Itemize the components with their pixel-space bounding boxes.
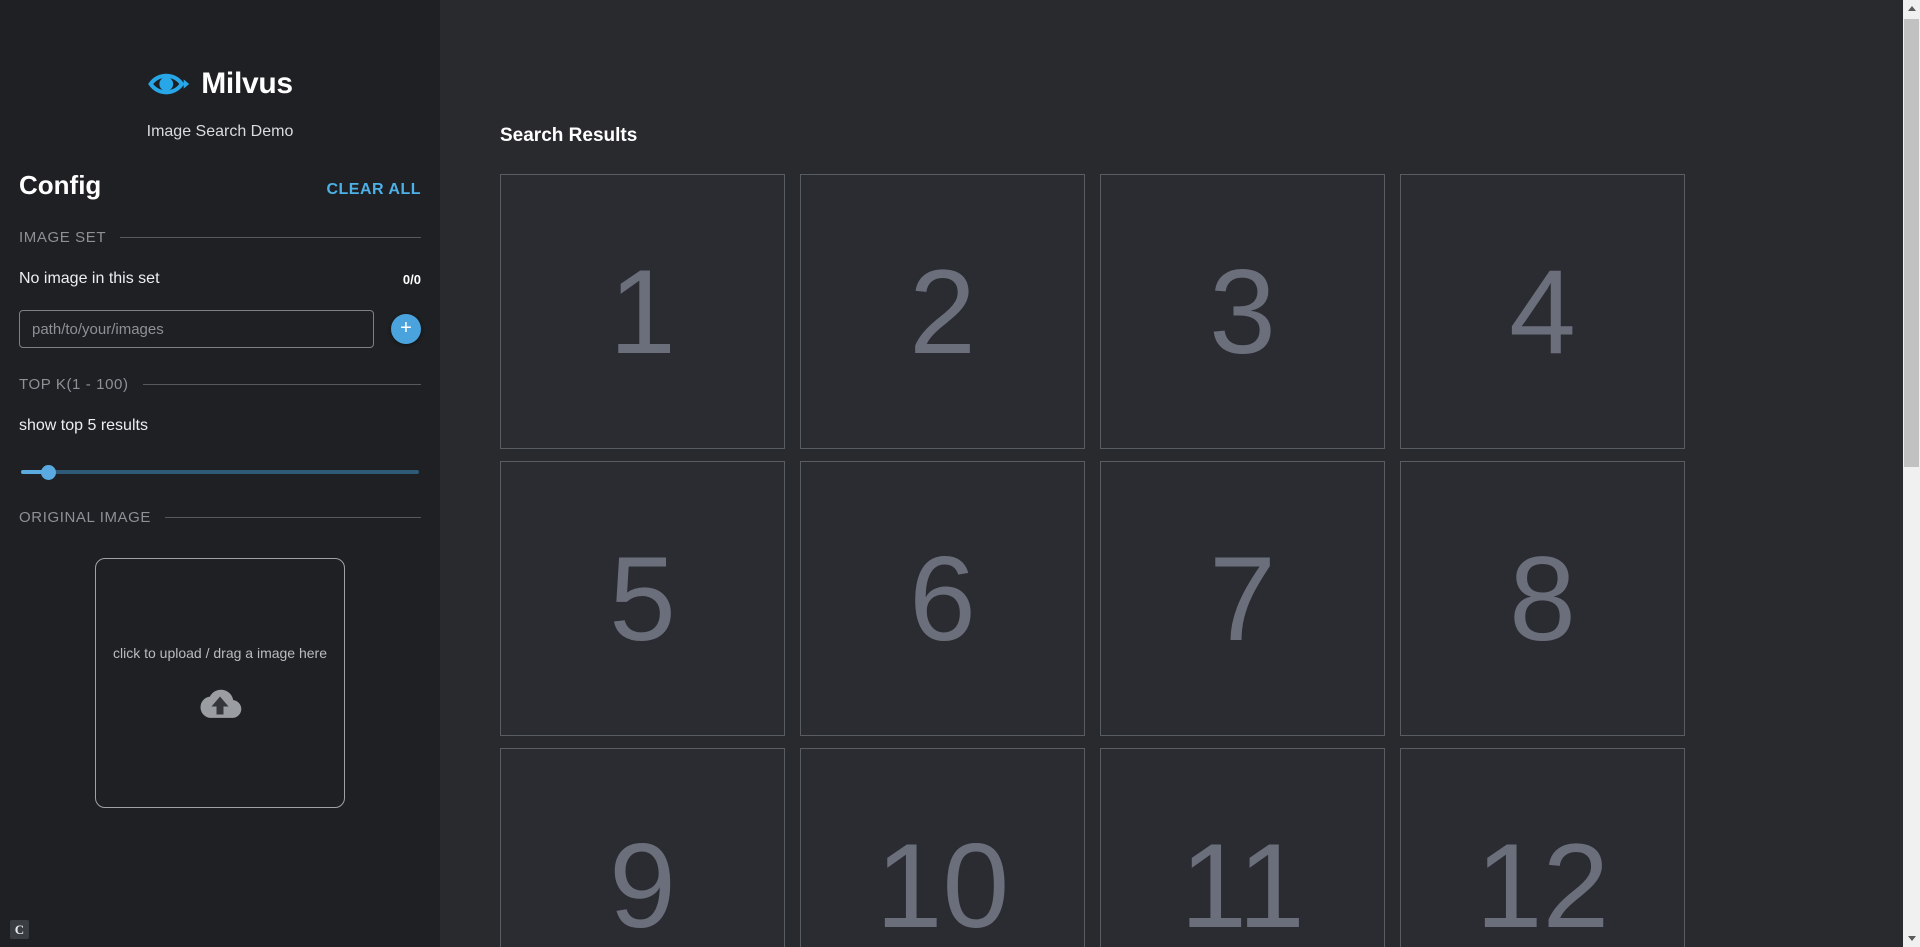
image-set-status-text: No image in this set — [19, 270, 160, 287]
upload-hint-text: click to upload / drag a image here — [112, 645, 327, 661]
image-set-status: No image in this set 0/0 — [19, 270, 421, 288]
plus-icon: + — [400, 317, 412, 339]
divider — [142, 384, 421, 385]
slider-fill — [21, 470, 43, 474]
result-card[interactable]: 10 — [800, 748, 1085, 947]
search-results-heading: Search Results — [500, 125, 638, 146]
page-scrollbar[interactable] — [1903, 0, 1920, 947]
section-header-top-k: TOP K(1 - 100) — [19, 376, 421, 393]
result-card-label: 1 — [609, 244, 676, 379]
divider — [120, 237, 421, 238]
result-card-label: 4 — [1509, 244, 1576, 379]
section-header-original-image: ORIGINAL IMAGE — [19, 509, 421, 526]
result-card[interactable]: 4 — [1400, 174, 1685, 449]
main-content: Search Results 1 2 3 4 5 6 7 8 9 10 11 1… — [440, 0, 1920, 947]
brand-subtitle: Image Search Demo — [146, 123, 294, 140]
slider-track[interactable] — [21, 470, 419, 474]
result-card[interactable]: 5 — [500, 461, 785, 736]
corner-badge[interactable]: C — [10, 920, 29, 939]
chevron-down-icon — [1907, 936, 1916, 941]
add-image-set-button[interactable]: + — [391, 314, 421, 344]
result-card[interactable]: 12 — [1400, 748, 1685, 947]
app-root: Milvus Image Search Demo Config CLEAR AL… — [0, 0, 1920, 947]
result-card-label: 5 — [609, 531, 676, 666]
scrollbar-up-button[interactable] — [1903, 0, 1920, 17]
section-header-image-set: IMAGE SET — [19, 229, 421, 246]
result-card-label: 7 — [1209, 531, 1276, 666]
result-card[interactable]: 8 — [1400, 461, 1685, 736]
top-k-description: show top 5 results — [19, 417, 148, 434]
result-card[interactable]: 1 — [500, 174, 785, 449]
brand-name: Milvus — [201, 67, 293, 100]
result-card[interactable]: 2 — [800, 174, 1085, 449]
result-card[interactable]: 6 — [800, 461, 1085, 736]
section-label: TOP K(1 - 100) — [19, 376, 129, 393]
result-card-label: 6 — [909, 531, 976, 666]
top-k-slider[interactable] — [19, 463, 421, 481]
result-card[interactable]: 11 — [1100, 748, 1385, 947]
scrollbar-down-button[interactable] — [1903, 930, 1920, 947]
page-title: Config — [19, 170, 102, 200]
image-set-count: 0/0 — [402, 271, 421, 287]
image-upload-dropzone[interactable]: click to upload / drag a image here — [95, 558, 345, 808]
config-header: Config CLEAR ALL — [19, 170, 421, 201]
sidebar: Milvus Image Search Demo Config CLEAR AL… — [0, 0, 440, 947]
result-card-label: 9 — [609, 818, 676, 947]
result-card-label: 11 — [1180, 818, 1305, 947]
result-card-label: 2 — [909, 244, 976, 379]
result-card-label: 8 — [1509, 531, 1576, 666]
result-card[interactable]: 9 — [500, 748, 785, 947]
search-results-grid: 1 2 3 4 5 6 7 8 9 10 11 12 — [500, 174, 1920, 947]
section-label: ORIGINAL IMAGE — [19, 509, 152, 526]
image-path-row: + — [19, 310, 421, 348]
chevron-up-icon — [1907, 6, 1916, 11]
divider — [165, 517, 421, 518]
eye-icon — [147, 62, 191, 106]
brand-header: Milvus — [19, 62, 421, 106]
result-card-label: 12 — [1475, 818, 1610, 947]
result-card[interactable]: 7 — [1100, 461, 1385, 736]
result-card-label: 3 — [1209, 244, 1276, 379]
clear-all-button[interactable]: CLEAR ALL — [326, 181, 421, 199]
cloud-upload-icon — [197, 687, 243, 721]
result-card[interactable]: 3 — [1100, 174, 1385, 449]
scrollbar-thumb[interactable] — [1904, 19, 1919, 467]
image-path-input[interactable] — [19, 310, 374, 348]
section-label: IMAGE SET — [19, 229, 107, 246]
slider-thumb[interactable] — [41, 465, 56, 480]
result-card-label: 10 — [875, 818, 1010, 947]
